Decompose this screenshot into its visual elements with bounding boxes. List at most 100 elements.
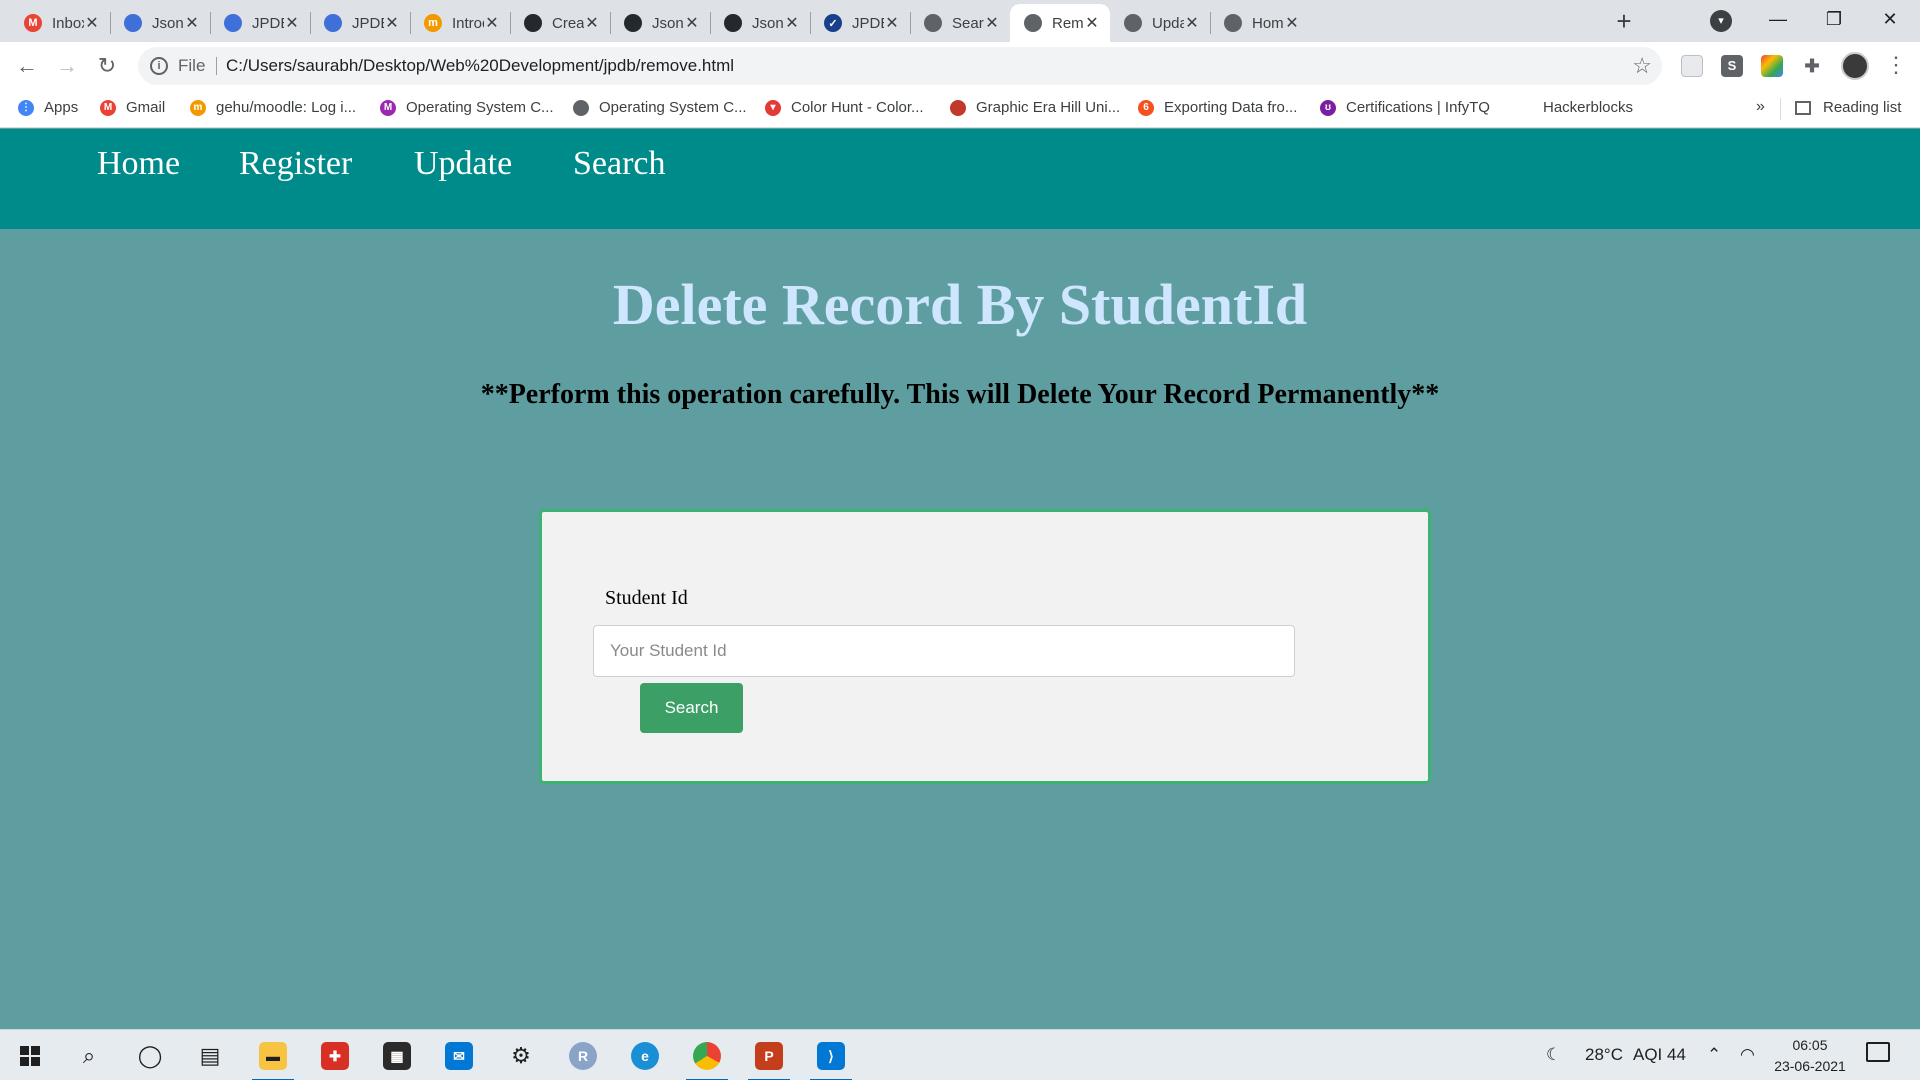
student-id-input[interactable] xyxy=(593,625,1295,677)
browser-tab[interactable]: Create✕ xyxy=(510,4,610,42)
nav-register-link[interactable]: Register xyxy=(239,145,352,183)
nav-update-link[interactable]: Update xyxy=(414,145,512,183)
reload-icon[interactable]: ↻ xyxy=(92,51,122,81)
nav-search-link[interactable]: Search xyxy=(573,145,666,183)
wifi-icon[interactable]: ◠ xyxy=(1740,1045,1755,1065)
browser-tab[interactable]: JPDB -✕ xyxy=(310,4,410,42)
cortana-icon[interactable]: ◯ xyxy=(133,1039,167,1073)
browser-tab[interactable]: JsonPo✕ xyxy=(610,4,710,42)
browser-tab[interactable]: Updat✕ xyxy=(1110,4,1210,42)
settings-gear-icon[interactable]: ⚙ xyxy=(504,1039,538,1073)
gift-app-icon[interactable]: ✚ xyxy=(318,1039,352,1073)
bookmarks-overflow-icon[interactable]: » xyxy=(1756,98,1765,116)
search-icon[interactable]: ⌕ xyxy=(72,1039,106,1073)
vscode-icon[interactable]: ⟩ xyxy=(810,1039,852,1080)
bookmark-item[interactable]: Graphic Era Hill Uni... xyxy=(950,99,1120,116)
close-tab-icon[interactable]: ✕ xyxy=(1284,13,1300,33)
page-content: Home Register Update Search Delete Recor… xyxy=(0,129,1920,1029)
close-tab-icon[interactable]: ✕ xyxy=(284,13,300,33)
bookmark-item[interactable]: ⋮ Apps xyxy=(18,99,78,116)
weather-aqi[interactable]: AQI 44 xyxy=(1633,1045,1686,1065)
student-id-label: Student Id xyxy=(605,587,688,609)
bookmark-item[interactable]: ▾ Color Hunt - Color... xyxy=(765,99,924,116)
address-divider xyxy=(216,57,217,75)
powerpoint-icon[interactable]: P xyxy=(748,1039,790,1080)
close-tab-icon[interactable]: ✕ xyxy=(1184,13,1200,33)
browser-menu-icon[interactable]: ⋮ xyxy=(1885,52,1907,78)
bookmark-label: Hackerblocks xyxy=(1543,99,1634,116)
weather-icon[interactable]: ☾ xyxy=(1546,1045,1561,1065)
search-button[interactable]: Search xyxy=(640,683,743,733)
nav-home-link[interactable]: Home xyxy=(97,145,180,183)
browser-tab[interactable]: ✓ JPDB/✕ xyxy=(810,4,910,42)
github-icon xyxy=(524,14,542,32)
color-extension-icon[interactable] xyxy=(1761,55,1783,77)
profile-avatar[interactable] xyxy=(1841,52,1869,80)
browser-tab[interactable]: JPDB -✕ xyxy=(210,4,310,42)
close-tab-icon[interactable]: ✕ xyxy=(484,13,500,33)
s-extension-icon[interactable]: S xyxy=(1721,55,1743,77)
close-tab-icon[interactable]: ✕ xyxy=(884,13,900,33)
tab-title: Home xyxy=(1252,14,1284,32)
r-app-icon[interactable]: R xyxy=(566,1039,600,1073)
store-icon[interactable]: ▦ xyxy=(380,1039,414,1073)
weather-temp[interactable]: 28°C xyxy=(1585,1045,1623,1065)
tray-chevron-icon[interactable]: ⌃ xyxy=(1707,1045,1721,1065)
browser-tab[interactable]: Remo✕ xyxy=(1010,4,1110,42)
browser-tab[interactable]: JsonPo✕ xyxy=(110,4,210,42)
tab-title: JPDB - xyxy=(252,14,284,32)
chrome-icon[interactable] xyxy=(686,1039,728,1080)
bookmark-item[interactable]: 6 Exporting Data fro... xyxy=(1138,99,1297,116)
bookmark-item[interactable]: Operating System C... xyxy=(573,99,747,116)
back-arrow-icon[interactable]: ← xyxy=(12,51,42,81)
extension-icon[interactable] xyxy=(1681,55,1703,77)
bookmark-label: Gmail xyxy=(126,99,166,116)
close-tab-icon[interactable]: ✕ xyxy=(784,13,800,33)
bookmarks-bar: ⋮ Apps M Gmail m gehu/moodle: Log i... M Operat… xyxy=(0,90,1920,128)
bookmark-item[interactable]: m gehu/moodle: Log i... xyxy=(190,99,356,116)
browser-tab[interactable]: Search✕ xyxy=(910,4,1010,42)
close-tab-icon[interactable]: ✕ xyxy=(84,13,100,33)
reading-list-button[interactable]: Reading list xyxy=(1795,99,1901,116)
extensions-puzzle-icon[interactable]: ✚ xyxy=(1801,55,1823,77)
browser-tab[interactable]: M Inbox✕ xyxy=(10,4,110,42)
warning-text: **Perform this operation carefully. This… xyxy=(480,379,1440,410)
close-tab-icon[interactable]: ✕ xyxy=(984,13,1000,33)
globe-icon xyxy=(1124,14,1142,32)
system-clock[interactable]: 06:05 23-06-2021 xyxy=(1770,1035,1850,1077)
file-explorer-icon[interactable]: ▬ xyxy=(252,1039,294,1080)
windows-taskbar: ⌕ ◯ ▤ ▬ ✚ ▦ ✉ ⚙ R e P ⟩ ☾ 28°C AQI 44 ⌃ … xyxy=(0,1029,1920,1080)
site-info-icon[interactable]: i xyxy=(150,57,168,75)
close-window-icon[interactable]: ✕ xyxy=(1870,4,1910,34)
close-tab-icon[interactable]: ✕ xyxy=(584,13,600,33)
reading-list-label: Reading list xyxy=(1823,99,1902,116)
windows-start-icon[interactable] xyxy=(13,1039,47,1073)
browser-tab[interactable]: Home✕ xyxy=(1210,4,1310,42)
address-url[interactable]: C:/Users/saurabh/Desktop/Web%20Developme… xyxy=(226,56,734,76)
address-scheme: File xyxy=(178,56,206,75)
close-tab-icon[interactable]: ✕ xyxy=(384,13,400,33)
browser-tab[interactable]: JsonPo✕ xyxy=(710,4,810,42)
close-tab-icon[interactable]: ✕ xyxy=(184,13,200,33)
tab-title: Inbox xyxy=(52,14,84,32)
edge-browser-icon[interactable]: e xyxy=(628,1039,662,1073)
restore-icon[interactable]: ❐ xyxy=(1814,4,1854,34)
globe-icon xyxy=(1024,14,1042,32)
bookmark-item[interactable]: ʊ Certifications | InfyTQ xyxy=(1320,99,1490,116)
tab-search-icon[interactable]: ▾ xyxy=(1710,10,1732,32)
notifications-icon[interactable] xyxy=(1866,1042,1890,1062)
close-tab-icon[interactable]: ✕ xyxy=(684,13,700,33)
minimize-icon[interactable]: — xyxy=(1758,4,1798,34)
task-view-icon[interactable]: ▤ xyxy=(193,1039,227,1073)
browser-tab[interactable]: m Introd✕ xyxy=(410,4,510,42)
bookmark-star-icon[interactable]: ☆ xyxy=(1632,53,1652,79)
new-tab-button[interactable]: + xyxy=(1610,8,1638,36)
address-bar[interactable]: i File C:/Users/saurabh/Desktop/Web%20De… xyxy=(138,47,1662,85)
mail-icon[interactable]: ✉ xyxy=(442,1039,476,1073)
close-tab-icon[interactable]: ✕ xyxy=(1084,13,1100,33)
bookmark-item[interactable]: M Operating System C... xyxy=(380,99,554,116)
clock-time: 06:05 xyxy=(1792,1037,1828,1053)
forward-arrow-icon[interactable]: → xyxy=(52,51,82,81)
bookmark-item[interactable]: Hackerblocks xyxy=(1543,99,1633,116)
bookmark-item[interactable]: M Gmail xyxy=(100,99,165,116)
